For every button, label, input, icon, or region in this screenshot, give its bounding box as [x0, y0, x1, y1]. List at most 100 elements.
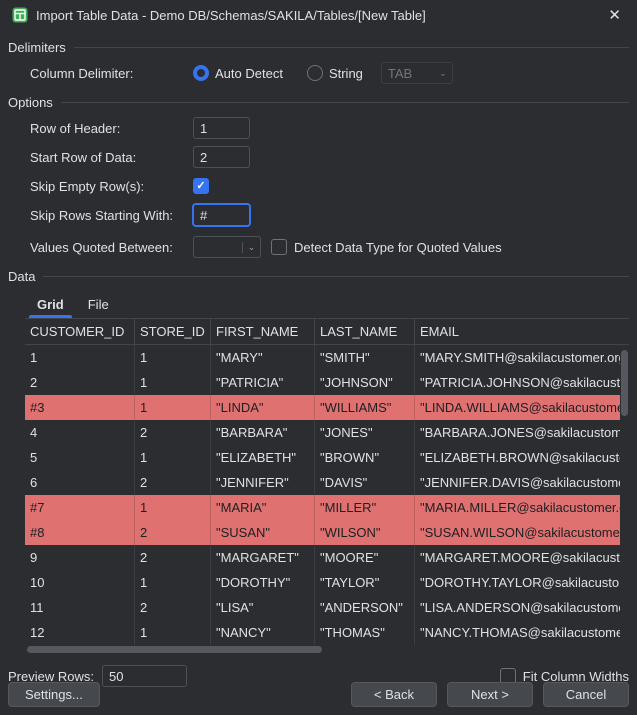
table-cell[interactable]: "BARBARA.JONES@sakilacustomer.org" — [415, 420, 629, 445]
settings-button[interactable]: Settings... — [8, 682, 100, 707]
string-radio-label[interactable]: String — [329, 66, 363, 81]
close-icon[interactable]: ✕ — [604, 4, 625, 26]
table-cell[interactable]: "MILLER" — [315, 495, 415, 520]
table-cell[interactable]: "SMITH" — [315, 345, 415, 370]
table-cell[interactable]: "JOHNSON" — [315, 370, 415, 395]
vertical-scrollbar[interactable] — [620, 346, 629, 645]
table-cell[interactable]: "WILLIAMS" — [315, 395, 415, 420]
table-cell[interactable]: 9 — [25, 545, 135, 570]
table-cell[interactable]: "BARBARA" — [211, 420, 315, 445]
detect-data-type-checkbox[interactable] — [271, 239, 287, 255]
vertical-scrollbar-thumb[interactable] — [621, 350, 628, 416]
table-cell[interactable]: 1 — [135, 495, 211, 520]
table-row[interactable]: 21"PATRICIA""JOHNSON""PATRICIA.JOHNSON@s… — [25, 370, 629, 395]
table-cell[interactable]: 2 — [25, 370, 135, 395]
table-cell[interactable]: 10 — [25, 570, 135, 595]
table-cell[interactable]: "MARIA" — [211, 495, 315, 520]
table-cell[interactable]: "DOROTHY" — [211, 570, 315, 595]
table-row[interactable]: 62"JENNIFER""DAVIS""JENNIFER.DAVIS@sakil… — [25, 470, 629, 495]
skip-empty-rows-checkbox[interactable] — [193, 178, 209, 194]
table-cell[interactable]: 1 — [135, 395, 211, 420]
next-button[interactable]: Next > — [447, 682, 533, 707]
table-row[interactable]: #82"SUSAN""WILSON""SUSAN.WILSON@sakilacu… — [25, 520, 629, 545]
table-cell[interactable]: "TAYLOR" — [315, 570, 415, 595]
table-row[interactable]: 11"MARY""SMITH""MARY.SMITH@sakilacustome… — [25, 345, 629, 370]
table-cell[interactable]: "LISA.ANDERSON@sakilacustomer.org" — [415, 595, 629, 620]
table-cell[interactable]: "SUSAN" — [211, 520, 315, 545]
table-cell[interactable]: 2 — [135, 470, 211, 495]
table-cell[interactable]: "PATRICIA.JOHNSON@sakilacustomer.org" — [415, 370, 629, 395]
table-cell[interactable]: 1 — [135, 370, 211, 395]
table-row[interactable]: 121"NANCY""THOMAS""NANCY.THOMAS@sakilacu… — [25, 620, 629, 645]
table-cell[interactable]: 1 — [135, 345, 211, 370]
table-cell[interactable]: "MARIA.MILLER@sakilacustomer.org" — [415, 495, 629, 520]
table-cell[interactable]: "DAVIS" — [315, 470, 415, 495]
table-cell[interactable]: "ANDERSON" — [315, 595, 415, 620]
horizontal-scrollbar[interactable] — [25, 645, 629, 655]
column-header[interactable]: LAST_NAME — [315, 319, 415, 344]
table-cell[interactable]: 6 — [25, 470, 135, 495]
table-cell[interactable]: "LINDA.WILLIAMS@sakilacustomer.org" — [415, 395, 629, 420]
detect-data-type-label[interactable]: Detect Data Type for Quoted Values — [294, 240, 502, 255]
table-cell[interactable]: "MARY" — [211, 345, 315, 370]
table-cell[interactable]: 2 — [135, 545, 211, 570]
tab-grid[interactable]: Grid — [25, 290, 76, 318]
column-header[interactable]: FIRST_NAME — [211, 319, 315, 344]
table-row[interactable]: 51"ELIZABETH""BROWN""ELIZABETH.BROWN@sak… — [25, 445, 629, 470]
tab-file[interactable]: File — [76, 290, 121, 318]
table-cell[interactable]: 12 — [25, 620, 135, 645]
table-cell[interactable]: "ELIZABETH" — [211, 445, 315, 470]
table-cell[interactable]: "SUSAN.WILSON@sakilacustomer.org" — [415, 520, 629, 545]
table-cell[interactable]: "MARGARET.MOORE@sakilacustomer.org" — [415, 545, 629, 570]
table-cell[interactable]: "DOROTHY.TAYLOR@sakilacustomer.org" — [415, 570, 629, 595]
table-cell[interactable]: "JENNIFER" — [211, 470, 315, 495]
values-quoted-dropdown[interactable]: ⌄ — [193, 236, 261, 258]
column-header[interactable]: STORE_ID — [135, 319, 211, 344]
table-cell[interactable]: "JONES" — [315, 420, 415, 445]
table-row[interactable]: #31"LINDA""WILLIAMS""LINDA.WILLIAMS@saki… — [25, 395, 629, 420]
column-header[interactable]: EMAIL — [415, 319, 629, 344]
table-cell[interactable]: 2 — [135, 595, 211, 620]
table-cell[interactable]: "LISA" — [211, 595, 315, 620]
table-cell[interactable]: 2 — [135, 420, 211, 445]
table-row[interactable]: 92"MARGARET""MOORE""MARGARET.MOORE@sakil… — [25, 545, 629, 570]
auto-detect-radio-label[interactable]: Auto Detect — [215, 66, 283, 81]
table-cell[interactable]: "THOMAS" — [315, 620, 415, 645]
column-header[interactable]: CUSTOMER_ID — [25, 319, 135, 344]
table-cell[interactable]: 4 — [25, 420, 135, 445]
table-cell[interactable]: "MARY.SMITH@sakilacustomer.org" — [415, 345, 629, 370]
table-cell[interactable]: "JENNIFER.DAVIS@sakilacustomer.org" — [415, 470, 629, 495]
table-cell[interactable]: "WILSON" — [315, 520, 415, 545]
table-row[interactable]: 112"LISA""ANDERSON""LISA.ANDERSON@sakila… — [25, 595, 629, 620]
table-row[interactable]: #71"MARIA""MILLER""MARIA.MILLER@sakilacu… — [25, 495, 629, 520]
options-section-label: Options — [8, 95, 53, 110]
table-cell[interactable]: 1 — [135, 570, 211, 595]
table-cell[interactable]: 1 — [135, 620, 211, 645]
table-cell[interactable]: "NANCY" — [211, 620, 315, 645]
auto-detect-radio[interactable] — [193, 65, 209, 81]
horizontal-scrollbar-thumb[interactable] — [27, 646, 322, 653]
table-cell[interactable]: 11 — [25, 595, 135, 620]
table-cell[interactable]: 2 — [135, 520, 211, 545]
string-radio[interactable] — [307, 65, 323, 81]
table-row[interactable]: 42"BARBARA""JONES""BARBARA.JONES@sakilac… — [25, 420, 629, 445]
table-cell[interactable]: 1 — [135, 445, 211, 470]
table-cell[interactable]: "MARGARET" — [211, 545, 315, 570]
row-of-header-input[interactable] — [193, 117, 250, 139]
table-cell[interactable]: #8 — [25, 520, 135, 545]
back-button[interactable]: < Back — [351, 682, 437, 707]
table-row[interactable]: 101"DOROTHY""TAYLOR""DOROTHY.TAYLOR@saki… — [25, 570, 629, 595]
cancel-button[interactable]: Cancel — [543, 682, 629, 707]
table-cell[interactable]: 1 — [25, 345, 135, 370]
table-cell[interactable]: #3 — [25, 395, 135, 420]
table-cell[interactable]: "ELIZABETH.BROWN@sakilacustomer.org" — [415, 445, 629, 470]
table-cell[interactable]: 5 — [25, 445, 135, 470]
table-cell[interactable]: "PATRICIA" — [211, 370, 315, 395]
start-row-input[interactable] — [193, 146, 250, 168]
table-cell[interactable]: "MOORE" — [315, 545, 415, 570]
table-cell[interactable]: "LINDA" — [211, 395, 315, 420]
table-cell[interactable]: "BROWN" — [315, 445, 415, 470]
table-cell[interactable]: #7 — [25, 495, 135, 520]
table-cell[interactable]: "NANCY.THOMAS@sakilacustomer.org" — [415, 620, 629, 645]
skip-rows-starting-input[interactable] — [193, 204, 250, 226]
